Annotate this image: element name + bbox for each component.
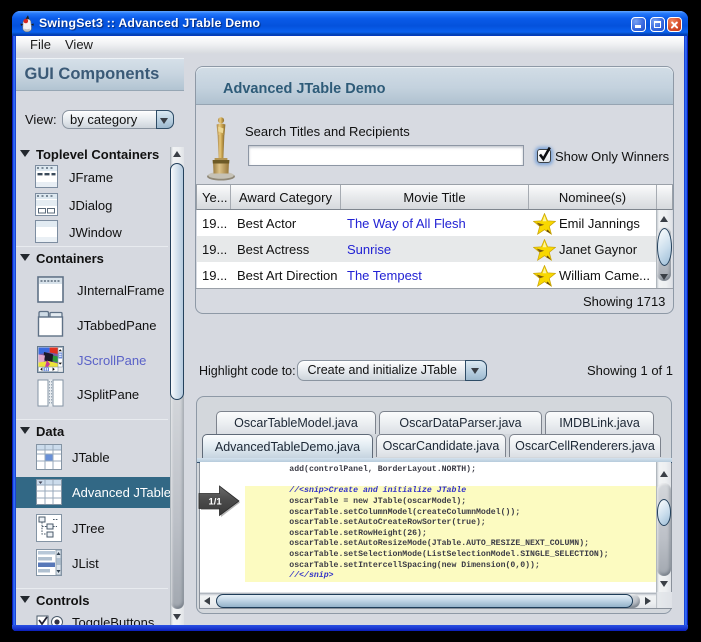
svg-text:1/1: 1/1: [209, 497, 223, 508]
